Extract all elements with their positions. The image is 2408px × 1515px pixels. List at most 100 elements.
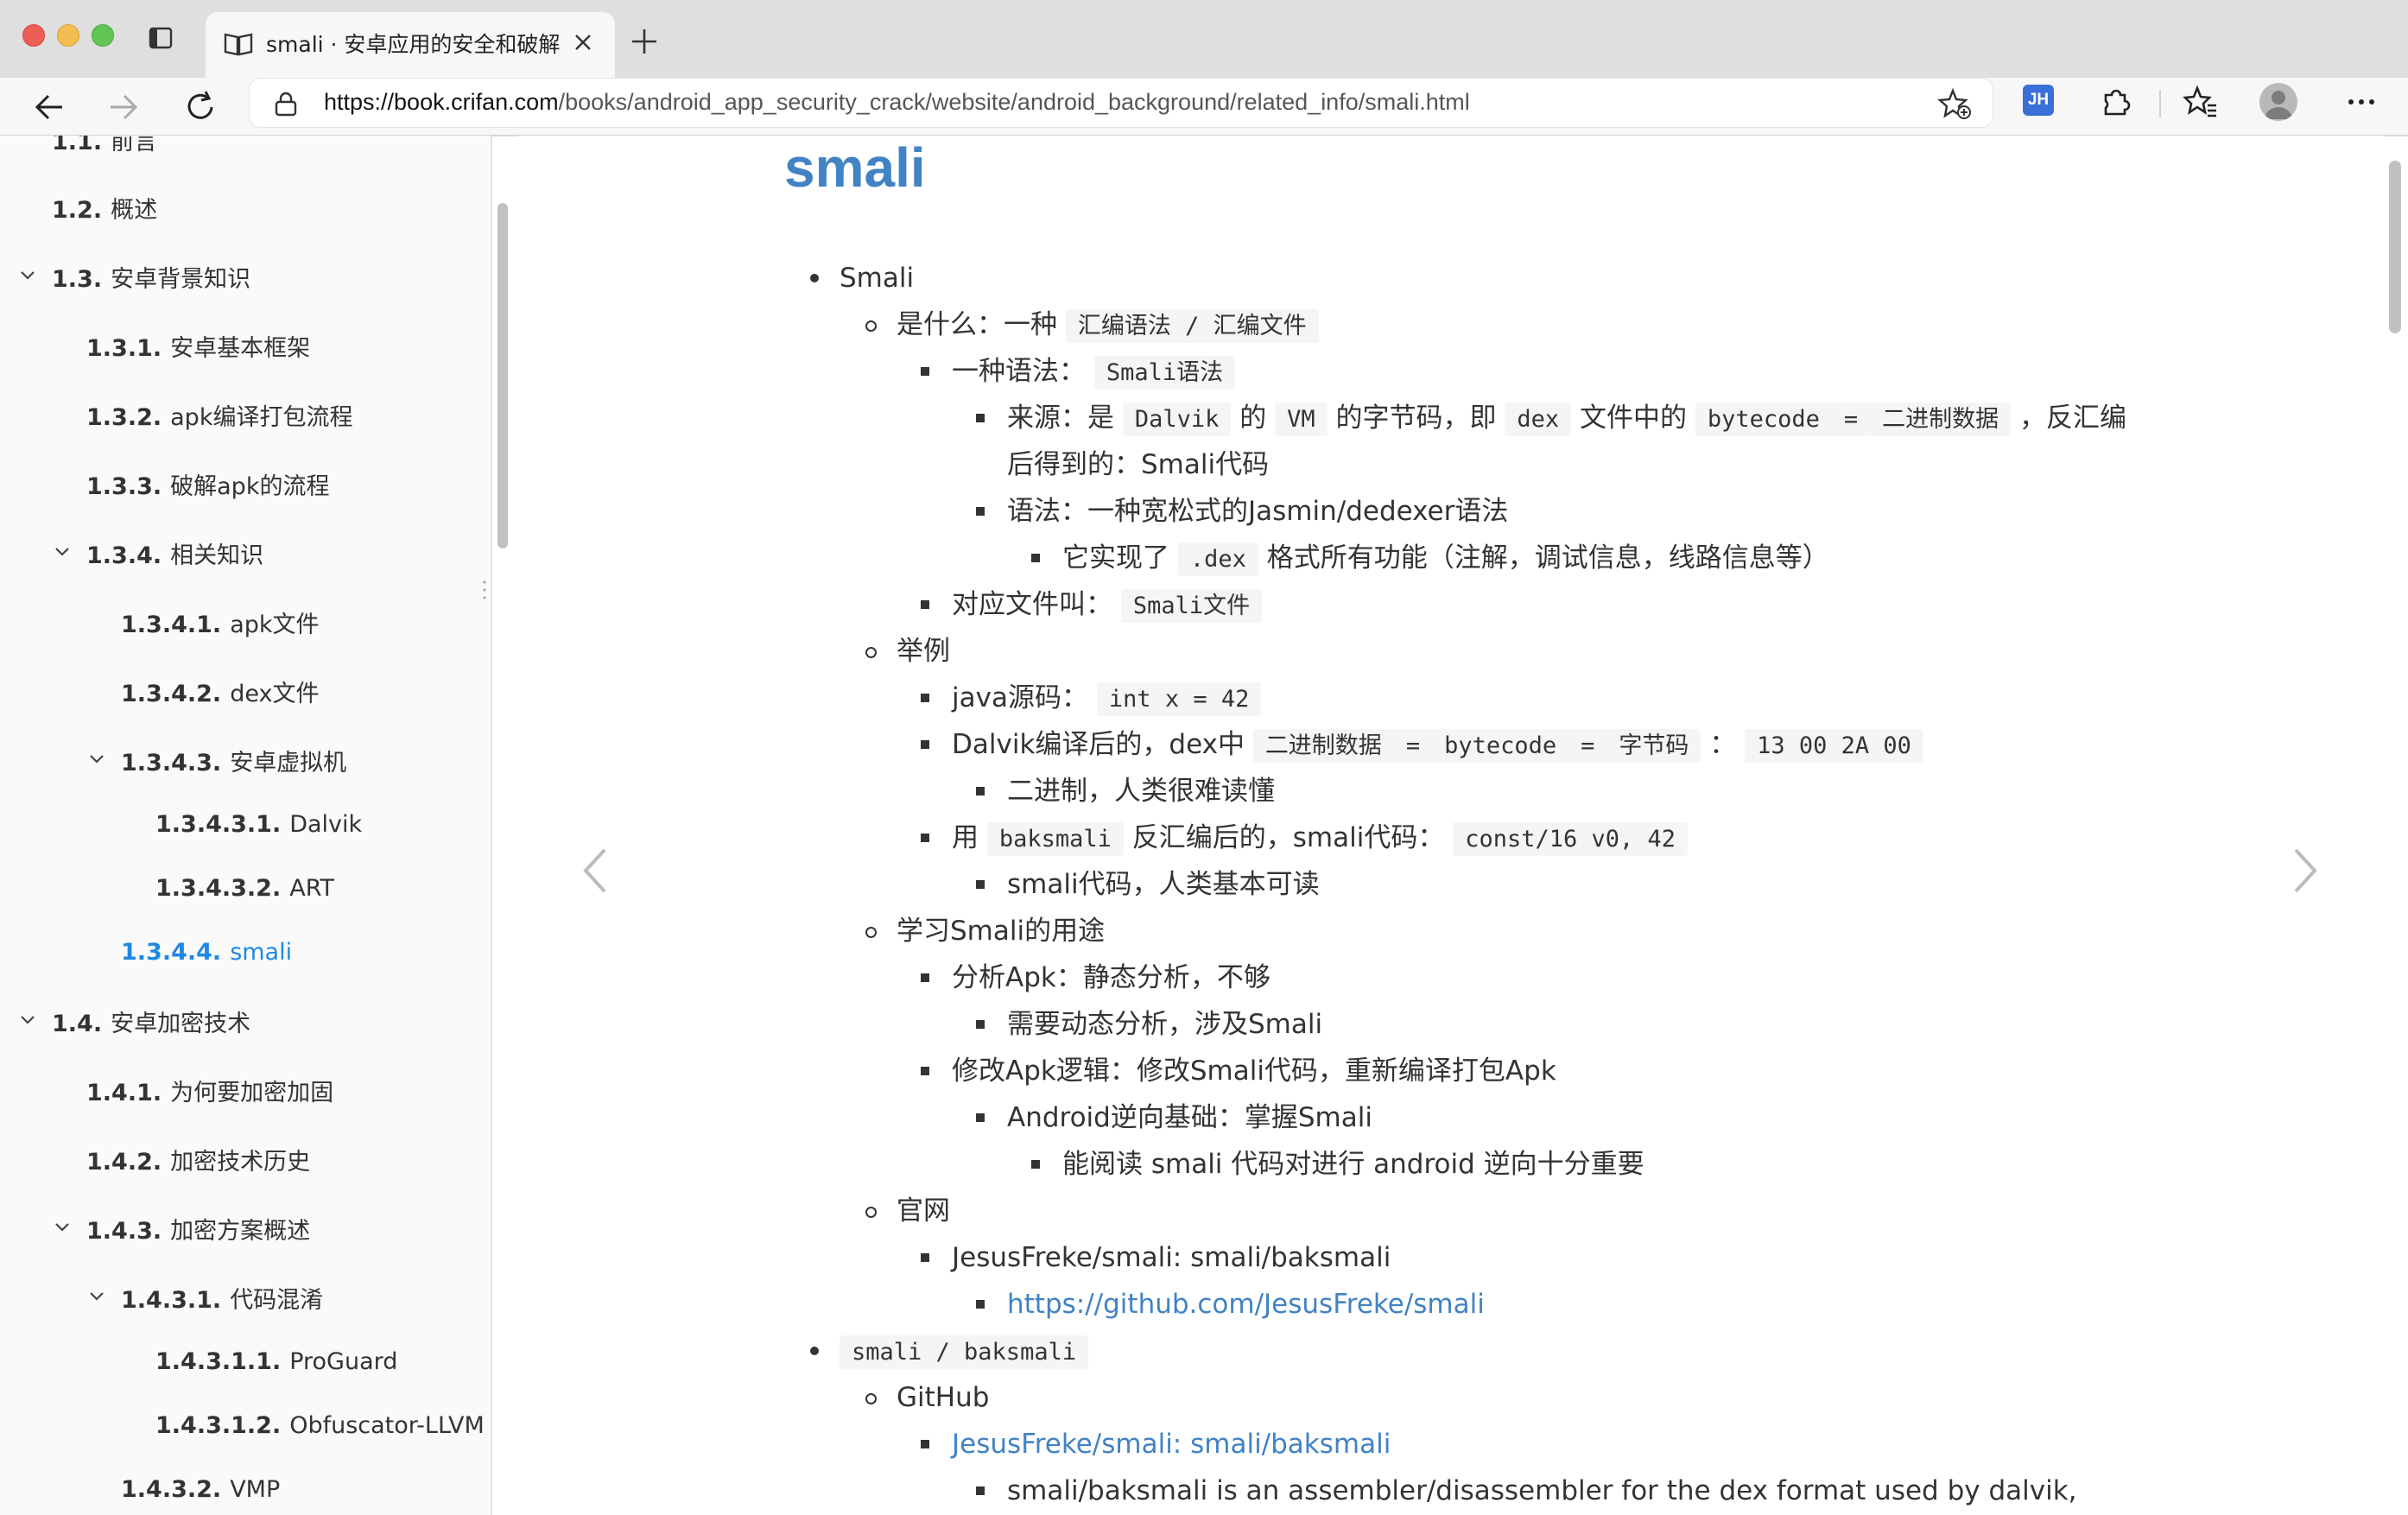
chevron-down-icon[interactable] <box>54 1219 71 1236</box>
bullet-square <box>976 1020 985 1029</box>
list-item: 官网 <box>897 1195 950 1227</box>
list-item: java源码： int x = 42 <box>952 681 1262 717</box>
chevron-down-icon[interactable] <box>88 1288 105 1305</box>
close-tab-icon[interactable] <box>572 31 594 54</box>
favorites-icon[interactable] <box>2182 83 2220 121</box>
page-content: smali Smali 是什么：一种 汇编语法 / 汇编文件 一种语法： Sma… <box>518 136 2384 1515</box>
toc-item[interactable]: 1.3.3. 破解apk的流程 <box>86 467 329 501</box>
toc-item[interactable]: 1.4.3. 加密方案概述 <box>86 1212 310 1246</box>
toc-item[interactable]: 1.4.1. 为何要加密加固 <box>86 1074 333 1107</box>
tab-title: smali · 安卓应用的安全和破解 <box>266 32 561 57</box>
chevron-down-icon[interactable] <box>54 543 71 561</box>
close-window-button[interactable] <box>22 24 45 47</box>
toc-item[interactable]: 1.3.1. 安卓基本框架 <box>86 329 310 363</box>
url-path: /books/android_app_security_crack/websit… <box>558 89 1470 115</box>
toc-item[interactable]: 1.4.3.1. 代码混淆 <box>121 1281 323 1315</box>
bullet-square <box>976 1113 985 1122</box>
bullet-circle <box>865 647 877 658</box>
bullet-square <box>921 1067 929 1075</box>
toc-item[interactable]: 1.3.4. 相关知识 <box>86 536 263 570</box>
next-page-icon[interactable] <box>2285 845 2323 897</box>
url-text[interactable]: https://book.crifan.com/books/android_ap… <box>324 89 1470 116</box>
list-item: 需要动态分析，涉及Smali <box>1007 1009 1323 1040</box>
chevron-down-icon[interactable] <box>88 751 105 768</box>
list-item: 它实现了 .dex 格式所有功能（注解，调试信息，线路信息等） <box>1062 541 1829 577</box>
page-scrollbar[interactable] <box>2389 161 2401 333</box>
bullet-disc <box>810 1347 819 1355</box>
more-options-icon[interactable] <box>2342 83 2380 121</box>
toc-item[interactable]: 1.1. 前言 <box>52 136 157 156</box>
add-favorite-icon[interactable] <box>1937 87 1972 120</box>
bullet-disc <box>810 274 819 282</box>
book-icon <box>224 33 253 56</box>
list-item: 一种语法： Smali语法 <box>952 354 1236 390</box>
forward-icon[interactable] <box>104 88 142 126</box>
list-item: 用 baksmali 反汇编后的，smali代码： const/16 v0, 4… <box>952 821 1689 857</box>
tab-actions-icon[interactable] <box>149 26 173 50</box>
list-item: 二进制，人类很难读懂 <box>1007 776 1275 807</box>
active-tab[interactable]: smali · 安卓应用的安全和破解 <box>206 12 615 78</box>
toc-item[interactable]: 1.3.4.3.1. Dalvik <box>155 811 362 838</box>
bullet-square <box>921 834 929 842</box>
user-icon <box>2265 91 2292 119</box>
toc-item[interactable]: 1.2. 概述 <box>52 191 157 225</box>
minimize-window-button[interactable] <box>57 24 79 47</box>
url-host: https://book.crifan.com <box>324 89 559 115</box>
jh-extension-icon[interactable]: JH <box>2023 85 2054 116</box>
bullet-square <box>976 880 985 889</box>
sidebar-resize-handle[interactable] <box>482 579 487 601</box>
extensions-icon[interactable] <box>2097 83 2135 121</box>
list-item: 语法：一种宽松式的Jasmin/dedexer语法 <box>1007 496 1509 527</box>
list-item: 学习Smali的用途 <box>897 916 1106 947</box>
reload-icon[interactable] <box>181 88 219 126</box>
bullet-square <box>976 1300 985 1309</box>
list-item: 能阅读 smali 代码对进行 android 逆向十分重要 <box>1062 1149 1644 1180</box>
toc-item[interactable]: 1.3.4.3.2. ART <box>155 875 334 902</box>
toc-item-active[interactable]: 1.3.4.4. smali <box>121 939 292 966</box>
list-item: 来源：是 Dalvik 的 VM 的字节码，即 dex 文件中的 bytecod… <box>1007 401 2126 437</box>
list-item: 举例 <box>897 636 950 667</box>
bullet-square <box>921 1253 929 1262</box>
list-item: smali/baksmali is an assembler/disassemb… <box>1007 1475 2077 1506</box>
github-repo-link[interactable]: JesusFreke/smali: smali/baksmali <box>952 1427 1391 1461</box>
sidebar-scrollbar[interactable] <box>497 203 508 548</box>
new-tab-icon[interactable] <box>629 26 660 57</box>
bullet-square <box>921 973 929 982</box>
toc-item[interactable]: 1.4.3.2. VMP <box>121 1476 280 1503</box>
chevron-down-icon[interactable] <box>19 267 36 284</box>
toc-item[interactable]: 1.3.4.3. 安卓虚拟机 <box>121 744 346 777</box>
toc-item[interactable]: 1.4.2. 加密技术历史 <box>86 1143 310 1176</box>
bullet-square <box>976 1486 985 1495</box>
profile-avatar[interactable] <box>2259 83 2297 121</box>
bullet-square <box>976 787 985 796</box>
toc-item[interactable]: 1.3.2. apk编译打包流程 <box>86 398 352 432</box>
toc-item[interactable]: 1.3.4.1. apk文件 <box>121 605 320 639</box>
list-item: 修改Apk逻辑：修改Smali代码，重新编译打包Apk <box>952 1055 1556 1087</box>
book-summary-sidebar: 1.1. 前言 1.2. 概述 1.3. 安卓背景知识 1.3.1. 安卓基本框架 1.… <box>0 136 492 1515</box>
bullet-circle <box>865 1393 877 1404</box>
github-link[interactable]: https://github.com/JesusFreke/smali <box>1007 1287 1485 1322</box>
bullet-square <box>976 507 985 516</box>
bullet-square <box>921 694 929 702</box>
toc-item[interactable]: 1.4.3.1.2. Obfuscator-LLVM <box>155 1412 485 1439</box>
chevron-down-icon[interactable] <box>19 1011 36 1029</box>
lock-icon[interactable] <box>274 91 298 117</box>
list-item: smali / baksmali <box>840 1334 1089 1370</box>
toc-item[interactable]: 1.4.3.1.1. ProGuard <box>155 1348 397 1375</box>
list-item: GitHub <box>897 1382 990 1413</box>
list-item: Smali <box>840 263 915 294</box>
bullet-square <box>921 1440 929 1448</box>
list-item: Android逆向基础：掌握Smali <box>1007 1102 1372 1133</box>
bullet-square <box>1031 1160 1040 1169</box>
maximize-window-button[interactable] <box>92 24 114 47</box>
list-item: 对应文件叫： Smali文件 <box>952 587 1263 624</box>
previous-page-icon[interactable] <box>577 845 615 897</box>
toc-item[interactable]: 1.3. 安卓背景知识 <box>52 260 250 294</box>
toc-item[interactable]: 1.3.4.2. dex文件 <box>121 675 319 708</box>
toc-item[interactable]: 1.4. 安卓加密技术 <box>52 1005 250 1038</box>
page-title: smali <box>784 136 926 199</box>
list-item: JesusFreke/smali: smali/baksmali <box>952 1242 1391 1273</box>
address-bar[interactable]: https://book.crifan.com/books/android_ap… <box>249 78 1993 128</box>
bullet-square <box>921 740 929 749</box>
back-icon[interactable] <box>31 88 69 126</box>
